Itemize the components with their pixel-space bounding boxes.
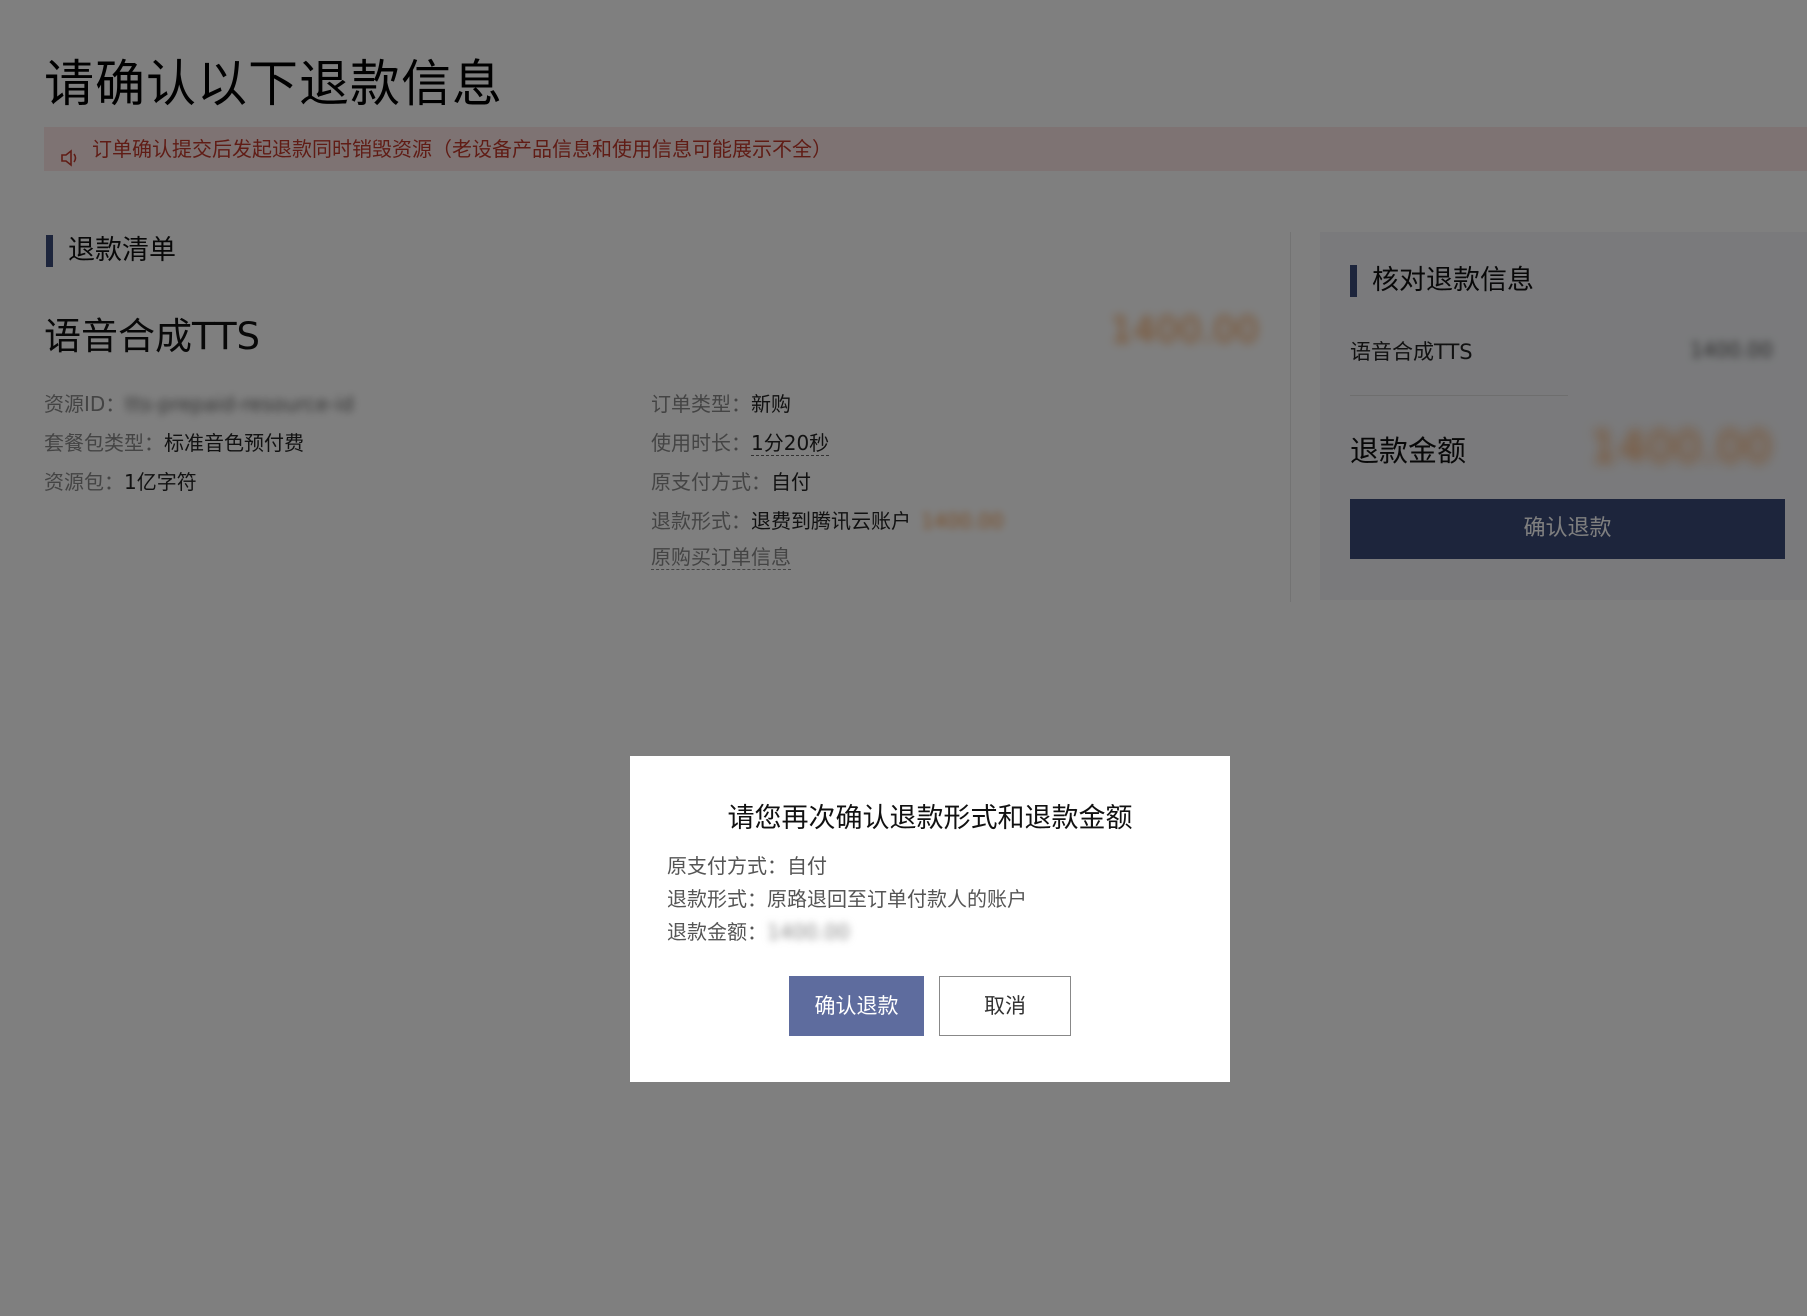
dialog-cancel-button[interactable]: 取消 bbox=[939, 976, 1071, 1036]
confirm-dialog: 请您再次确认退款形式和退款金额 原支付方式：自付 退款形式：原路退回至订单付款人… bbox=[630, 756, 1230, 1082]
dialog-confirm-button[interactable]: 确认退款 bbox=[789, 976, 924, 1036]
dialog-title: 请您再次确认退款形式和退款金额 bbox=[727, 803, 1133, 834]
dialog-amount-value: 1400.00 bbox=[767, 920, 850, 944]
dialog-payment-line: 原支付方式：自付 bbox=[667, 854, 827, 878]
modal-overlay bbox=[0, 0, 1807, 1316]
dialog-refund-form-line: 退款形式：原路退回至订单付款人的账户 bbox=[667, 887, 1027, 911]
dialog-amount-line: 退款金额：1400.00 bbox=[667, 920, 850, 944]
